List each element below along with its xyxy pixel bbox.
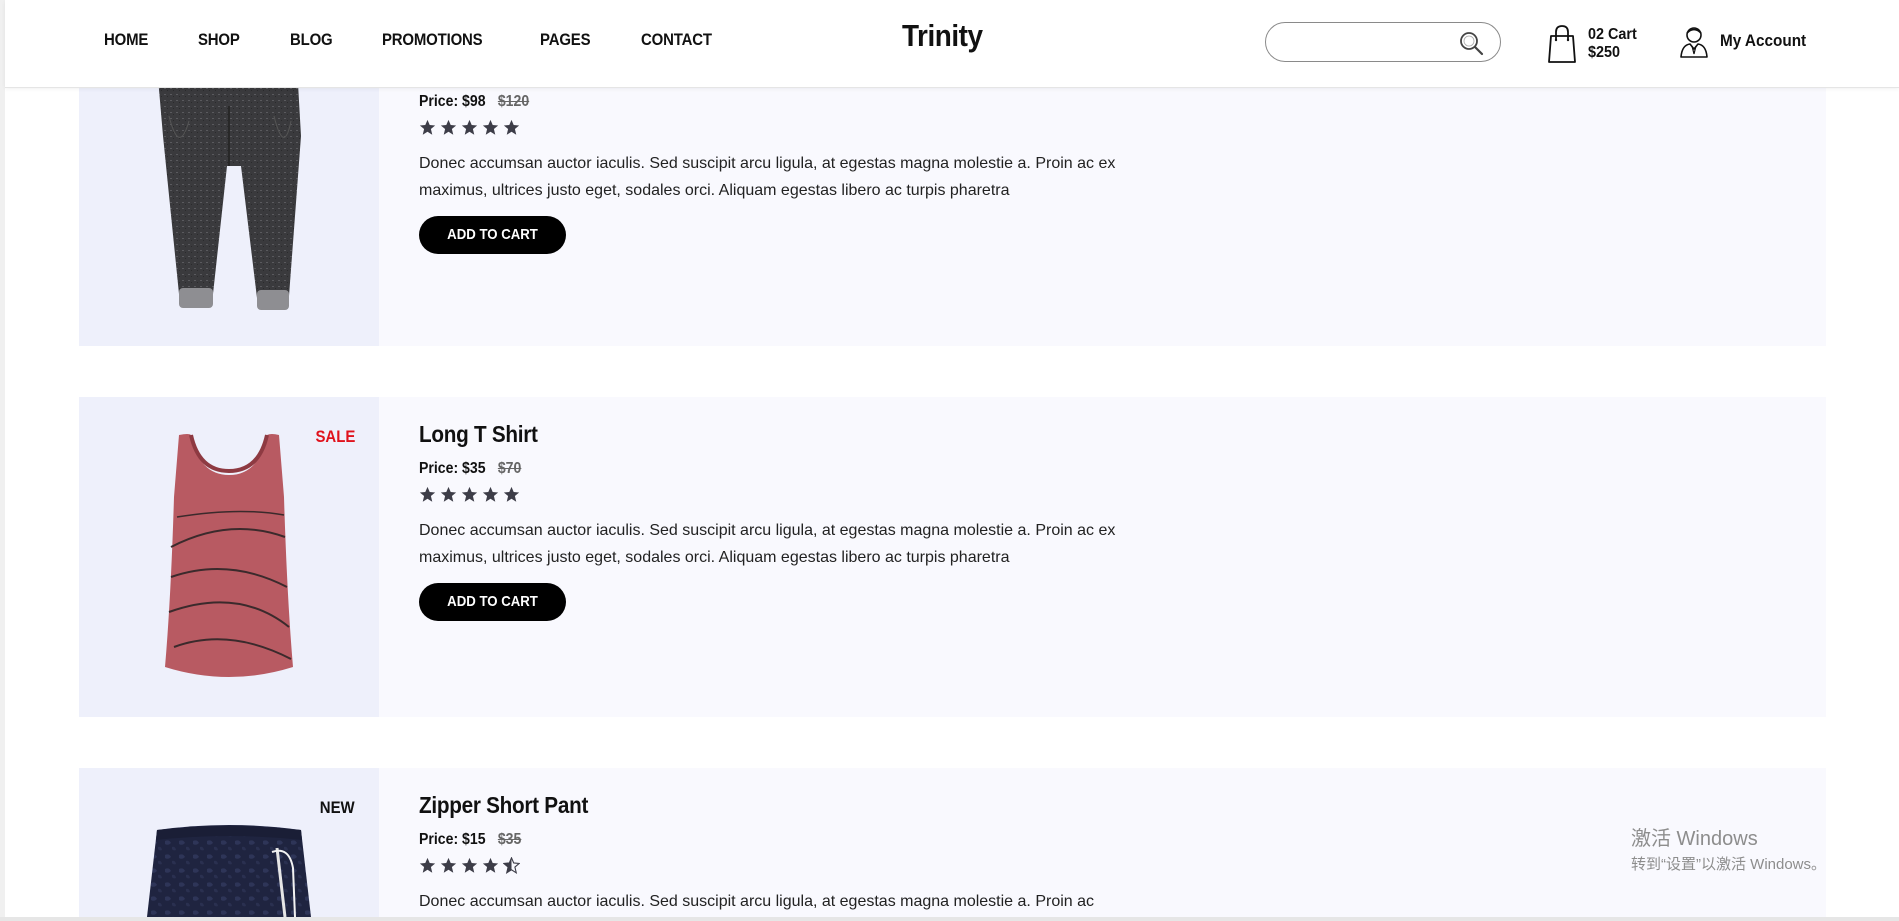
window-edge [0,0,5,921]
nav-contact[interactable]: CONTACT [641,30,712,50]
star-icon [461,486,478,502]
star-icon [440,119,457,135]
product-description: Donec accumsan auctor iaculis. Sed susci… [419,893,1095,910]
star-half-icon [503,857,520,874]
product-image[interactable]: NEW [79,768,379,917]
cart-count: 02 Cart [1588,26,1637,43]
old-price: $70 [497,460,522,477]
account-label: My Account [1720,31,1807,50]
product-info: Price: $98 $120 Donec accumsan auctor iac… [419,84,1159,254]
star-icon [440,486,457,502]
star-icon [461,857,478,873]
search-icon[interactable] [1458,30,1484,56]
nav-shop[interactable]: SHOP [198,30,240,50]
cart-total: $250 [1588,44,1621,61]
add-to-cart-button[interactable]: ADD TO CART [419,216,567,254]
current-price: Price: $98 [419,93,486,110]
product-image[interactable]: SALE [79,397,379,717]
window-bottom-edge [0,917,1899,921]
star-icon [482,119,499,135]
star-rating [419,119,1159,136]
star-icon [440,857,457,873]
zipper-shorts-image [147,825,311,917]
current-price: Price: $15 [419,831,486,848]
product-description: Donec accumsan auctor iaculis. Sed susci… [419,155,1116,199]
add-to-cart-button[interactable]: ADD TO CART [419,583,567,621]
star-icon [419,857,436,873]
star-icon [461,119,478,135]
sale-badge: SALE [315,427,355,446]
search-box [1265,22,1501,62]
product-description: Donec accumsan auctor iaculis. Sed susci… [419,522,1116,566]
old-price: $120 [497,93,530,110]
product-title[interactable]: Zipper Short Pant [419,788,1085,822]
product-card: NEW Zipper Short Pant Price: $15 $35 Done… [79,768,1826,917]
shopping-bag-icon [1548,25,1576,63]
product-price: Price: $35 $70 [419,460,1070,478]
cart-button[interactable]: 02 Cart $250 [1546,22,1646,66]
star-icon [419,486,436,502]
star-icon [482,857,499,873]
star-icon [503,119,520,135]
star-icon [503,486,520,502]
product-info: Zipper Short Pant Price: $15 $35 Donec ac… [419,788,1159,915]
old-price: $35 [497,831,522,848]
search-input[interactable] [1280,23,1460,59]
star-rating [419,857,1159,874]
product-price: Price: $98 $120 [419,93,1070,111]
site-logo[interactable]: Trinity [902,18,983,54]
product-info: Long T Shirt Price: $35 $70 Donec accumsa… [419,417,1159,621]
watermark-line-2: 转到“设置”以激活 Windows。 [1631,856,1827,873]
star-rating [419,486,1159,503]
main-nav: HOME SHOP BLOG PROMOTIONS PAGES CONTACT [104,30,766,50]
product-price: Price: $15 $35 [419,831,1070,849]
nav-blog[interactable]: BLOG [290,30,333,50]
user-icon [1680,27,1708,58]
watermark-line-1: 激活 Windows [1631,828,1758,850]
site-header: HOME SHOP BLOG PROMOTIONS PAGES CONTACT … [5,0,1899,88]
star-icon [482,486,499,502]
new-badge: NEW [320,798,355,817]
account-link[interactable]: My Account [1678,24,1816,58]
cart-summary: 02 Cart $250 [1588,26,1637,62]
star-icon [419,119,436,135]
windows-activation-watermark: 激活 Windows 转到“设置”以激活 Windows。 [1631,822,1826,874]
product-title[interactable]: Long T Shirt [419,417,1085,451]
nav-promotions[interactable]: PROMOTIONS [382,30,483,50]
nav-home[interactable]: HOME [104,30,148,50]
product-card: SALE Long T Shirt Price: $35 $70 Donec ac… [79,397,1826,717]
nav-pages[interactable]: PAGES [540,30,591,50]
current-price: Price: $35 [419,460,486,477]
